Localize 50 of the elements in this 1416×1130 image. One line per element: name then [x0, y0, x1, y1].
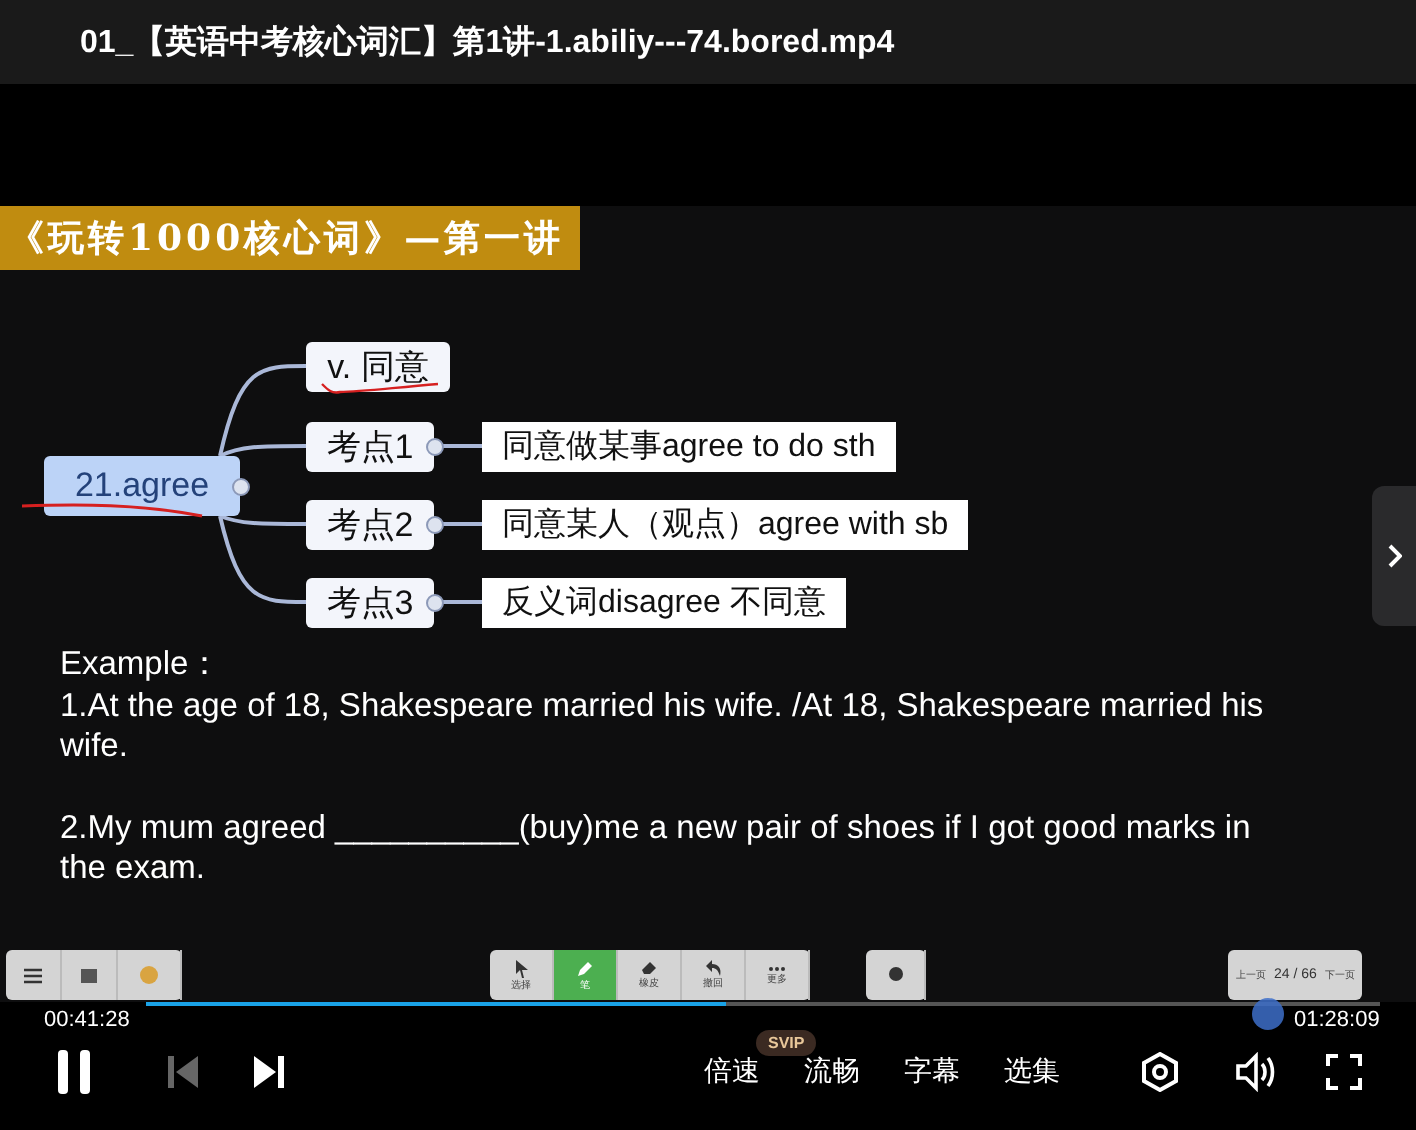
collapse-knob[interactable]	[232, 478, 250, 496]
example-text: 2.My mum agreed __________(buy)me a new pair of shoes if I got good marks in the exam.	[60, 807, 1253, 889]
fullscreen-button[interactable]	[1326, 1054, 1362, 1090]
slide-banner: 《玩转1000核心词》—第一讲	[0, 206, 581, 270]
option-button[interactable]: 流畅	[804, 1054, 860, 1090]
next-button[interactable]	[254, 1056, 284, 1088]
connector-line	[442, 600, 482, 604]
elapsed-time: 00:41:28	[40, 1008, 134, 1032]
collapse-knob[interactable]	[426, 438, 444, 456]
collapse-knob[interactable]	[426, 594, 444, 612]
example-text: Example：	[60, 644, 225, 685]
undo-icon	[704, 960, 722, 976]
mindmap-detail[interactable]: 同意某人（观点）agree with sb	[482, 500, 969, 550]
settings-icon	[1140, 1052, 1180, 1092]
settings-button[interactable]	[1140, 1052, 1180, 1092]
eraser-icon	[640, 960, 658, 976]
window-title: 01_【英语中考核心词汇】第1讲-1.abiliy---74.bored.mp4	[0, 0, 1416, 84]
more-icon	[768, 965, 786, 971]
option-button[interactable]: 字幕	[904, 1054, 960, 1090]
mindmap-node[interactable]: 考点3	[306, 578, 434, 628]
mindmap-node[interactable]: v. 同意	[306, 342, 450, 392]
example-text: 1.At the age of 18, Shakespeare married his wife. /At 18, Shakespeare married his wife.	[60, 685, 1266, 767]
duration-time: 01:28:09	[1290, 1008, 1384, 1032]
skip-forward-icon	[254, 1056, 284, 1088]
pen-stroke	[320, 382, 440, 394]
cursor-circle	[1252, 998, 1284, 1030]
root-node[interactable]: 21.agree	[44, 456, 240, 516]
next-slide-button[interactable]	[1372, 486, 1416, 626]
fullscreen-icon	[1326, 1054, 1362, 1090]
menu-icon	[24, 967, 42, 983]
mindmap-node[interactable]: 考点1	[306, 422, 434, 472]
collapse-knob[interactable]	[426, 516, 444, 534]
cursor-icon	[513, 959, 529, 977]
skip-back-icon	[168, 1056, 198, 1088]
connector-line	[442, 522, 482, 526]
option-button[interactable]: 倍速	[704, 1054, 760, 1090]
pause-icon	[56, 1050, 92, 1094]
chevron-right-icon	[1386, 544, 1402, 568]
volume-icon	[1234, 1052, 1276, 1092]
window-icon	[80, 967, 98, 983]
mindmap-node[interactable]: 考点2	[306, 500, 434, 550]
connector-line	[442, 444, 482, 448]
svip-badge: SVIP	[756, 1030, 817, 1056]
option-button[interactable]: 选集	[1004, 1054, 1060, 1090]
volume-button[interactable]	[1234, 1052, 1276, 1092]
mindmap-detail[interactable]: 反义词disagree 不同意	[482, 578, 846, 628]
avatar-icon	[140, 966, 158, 984]
pen-icon	[576, 959, 594, 977]
pause-button[interactable]	[56, 1050, 92, 1094]
mindmap-detail[interactable]: 同意做某事agree to do sth	[482, 422, 896, 472]
